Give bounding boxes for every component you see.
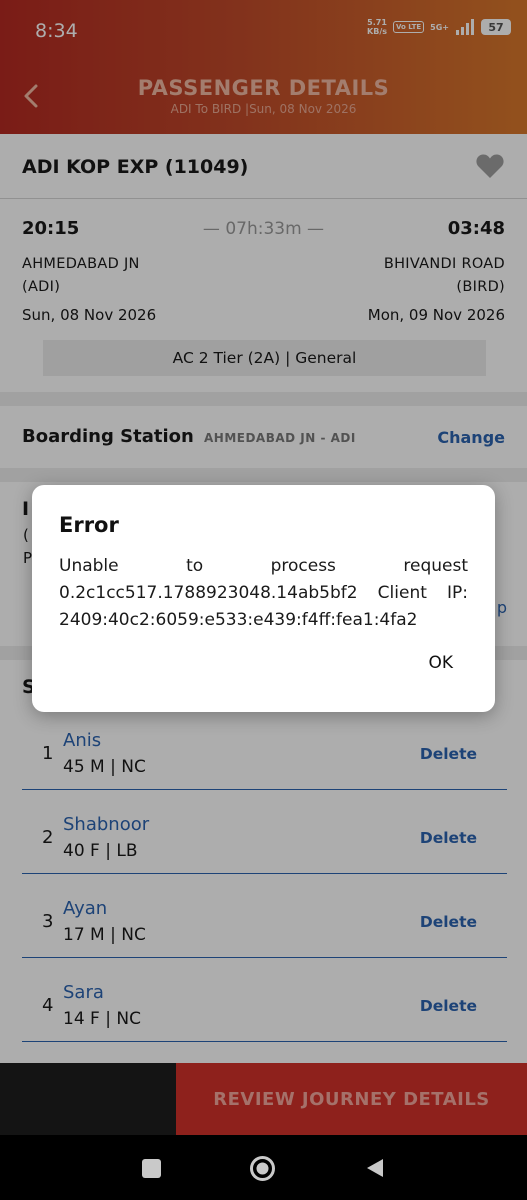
recents-icon[interactable] xyxy=(142,1159,161,1178)
home-icon[interactable] xyxy=(249,1155,276,1182)
error-dialog: Error Unable to process request 0.2c1cc5… xyxy=(32,485,495,712)
dialog-message: Unable to process request 0.2c1cc517.178… xyxy=(59,556,468,630)
dialog-title: Error xyxy=(59,513,119,537)
ok-button[interactable]: OK xyxy=(428,653,453,673)
back-icon[interactable] xyxy=(364,1157,386,1179)
